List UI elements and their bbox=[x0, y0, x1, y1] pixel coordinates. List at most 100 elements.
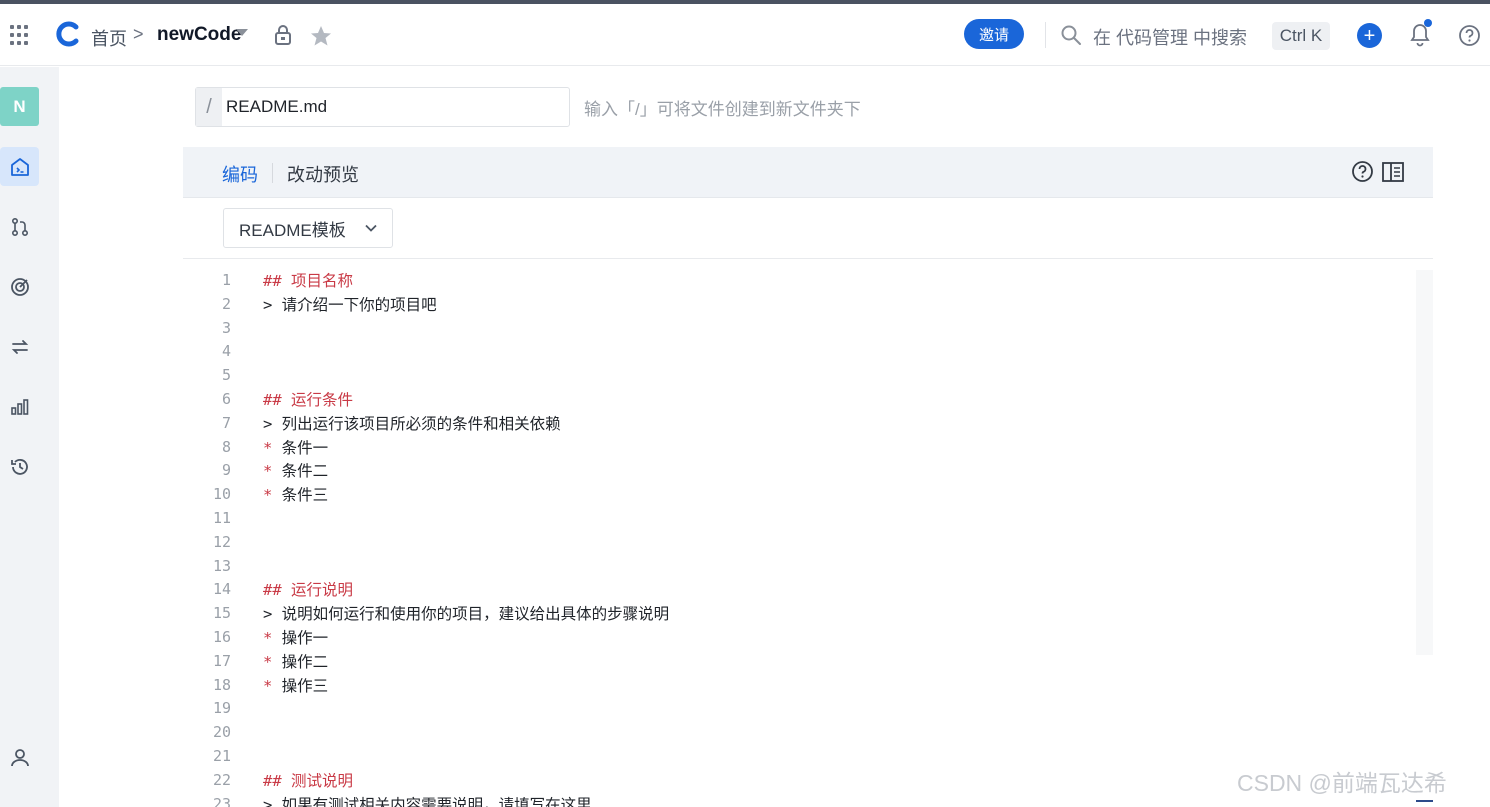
merge-request-icon bbox=[11, 217, 28, 236]
transfer-icon bbox=[11, 339, 28, 354]
line-number: 4 bbox=[221, 342, 231, 361]
line-number: 16 bbox=[212, 628, 231, 646]
editor-line[interactable]: 4 bbox=[183, 339, 1413, 363]
line-number: 1 bbox=[221, 271, 231, 289]
editor-line[interactable]: 19 bbox=[183, 696, 1413, 720]
search-icon[interactable] bbox=[1060, 24, 1082, 46]
line-number: 8 bbox=[221, 437, 231, 456]
brand-logo-icon[interactable] bbox=[54, 20, 82, 48]
line-number: 20 bbox=[212, 723, 231, 742]
editor-line[interactable]: 5 bbox=[183, 363, 1413, 387]
editor-line[interactable]: 3 bbox=[183, 316, 1413, 340]
editor-line[interactable]: 13 bbox=[183, 554, 1413, 578]
file-path-field[interactable]: / bbox=[195, 87, 570, 127]
tab-edit[interactable]: 编码 bbox=[222, 161, 258, 187]
code-home-icon bbox=[10, 157, 29, 176]
template-select[interactable]: README模板 bbox=[223, 208, 393, 248]
editor-line[interactable]: 14 ## 运行说明 bbox=[183, 577, 1413, 601]
bar-stats-icon bbox=[10, 398, 28, 415]
sidebar-item-target[interactable] bbox=[0, 267, 39, 306]
top-navigation-bar: 首页 > newCode 邀请 在 代码管理 中搜索 Ctrl K + bbox=[0, 4, 1490, 66]
sidebar-item-merge-requests[interactable] bbox=[0, 207, 39, 246]
editor-tab-bar: 编码 改动预览 bbox=[183, 147, 1433, 198]
line-text: ## 运行说明 bbox=[263, 581, 353, 600]
divider bbox=[1045, 22, 1046, 48]
editor-line[interactable]: 22 ## 测试说明 bbox=[183, 768, 1413, 792]
line-text: > 如果有测试相关内容需要说明，请填写在这里 bbox=[263, 795, 592, 807]
project-avatar[interactable]: N bbox=[0, 87, 39, 126]
line-number: 22 bbox=[212, 770, 231, 789]
line-text: * 条件三 bbox=[263, 486, 329, 505]
scroll-position-marker bbox=[1416, 800, 1433, 802]
line-number: 18 bbox=[212, 675, 231, 694]
code-editor[interactable]: 1 ## 项目名称 2 > 请介绍一下你的项目吧 3 4 5 6 ## 运行条件 7 > 列出运行该… bbox=[183, 268, 1433, 807]
line-text: * 操作三 bbox=[263, 676, 329, 695]
sidebar-item-statistics[interactable] bbox=[0, 387, 39, 426]
line-text: ## 项目名称 bbox=[263, 272, 353, 290]
editor-help-icon[interactable] bbox=[1351, 160, 1374, 183]
editor-line[interactable]: 7 > 列出运行该项目所必须的条件和相关依赖 bbox=[183, 411, 1413, 435]
line-number: 13 bbox=[212, 556, 231, 575]
sidebar-item-transfer[interactable] bbox=[0, 327, 39, 366]
left-sidebar: N bbox=[0, 67, 59, 807]
editor-line[interactable]: 9 * 条件二 bbox=[183, 458, 1413, 482]
line-text: * 操作二 bbox=[263, 652, 329, 671]
editor-line[interactable]: 11 bbox=[183, 506, 1413, 530]
target-icon bbox=[10, 277, 29, 296]
filename-input[interactable] bbox=[226, 96, 556, 118]
line-number: 5 bbox=[221, 366, 231, 385]
editor-line[interactable]: 6 ## 运行条件 bbox=[183, 387, 1413, 411]
line-text: ## 测试说明 bbox=[263, 771, 353, 790]
line-text: * 操作一 bbox=[263, 629, 329, 647]
divider bbox=[183, 258, 1433, 259]
editor-line[interactable]: 1 ## 项目名称 bbox=[183, 268, 1413, 292]
split-layout-icon[interactable] bbox=[1381, 161, 1405, 183]
editor-line[interactable]: 12 bbox=[183, 530, 1413, 554]
line-number: 15 bbox=[212, 604, 231, 623]
line-text: * 条件二 bbox=[263, 462, 329, 481]
editor-line[interactable]: 21 bbox=[183, 744, 1413, 768]
search-shortcut-badge: Ctrl K bbox=[1272, 22, 1330, 50]
star-icon[interactable] bbox=[309, 24, 333, 48]
search-input[interactable]: 在 代码管理 中搜索 bbox=[1093, 24, 1247, 50]
tab-change-preview[interactable]: 改动预览 bbox=[287, 161, 359, 187]
sidebar-item-history[interactable] bbox=[0, 447, 39, 486]
editor-line[interactable]: 10 * 条件三 bbox=[183, 482, 1413, 506]
line-number: 3 bbox=[221, 318, 231, 337]
editor-line[interactable]: 20 bbox=[183, 720, 1413, 744]
user-icon bbox=[10, 748, 29, 766]
editor-line[interactable]: 16 * 操作一 bbox=[183, 625, 1413, 649]
editor-line[interactable]: 8 * 条件一 bbox=[183, 435, 1413, 459]
breadcrumb-home[interactable]: 首页 bbox=[91, 25, 127, 51]
app-grid-icon[interactable] bbox=[10, 25, 30, 45]
line-number: 14 bbox=[212, 580, 231, 599]
line-number: 21 bbox=[212, 747, 231, 765]
sidebar-item-code[interactable] bbox=[0, 147, 39, 186]
line-text: > 请介绍一下你的项目吧 bbox=[263, 295, 437, 314]
notification-dot bbox=[1424, 19, 1432, 27]
breadcrumb-repo-name[interactable]: newCode bbox=[157, 24, 241, 46]
lock-icon bbox=[272, 24, 294, 46]
line-number: 6 bbox=[221, 390, 231, 408]
chevron-down-icon bbox=[365, 224, 377, 232]
editor-line[interactable]: 23 > 如果有测试相关内容需要说明，请填写在这里 bbox=[183, 792, 1413, 807]
watermark-text: CSDN @前端瓦达希 bbox=[1237, 770, 1447, 796]
editor-line[interactable]: 17 * 操作二 bbox=[183, 649, 1413, 673]
line-number: 17 bbox=[212, 651, 231, 670]
line-text: ## 运行条件 bbox=[263, 391, 353, 409]
line-number: 7 bbox=[221, 413, 231, 432]
help-icon[interactable] bbox=[1458, 24, 1481, 47]
tab-divider bbox=[272, 163, 273, 183]
breadcrumb-separator: > bbox=[133, 24, 144, 44]
editor-line[interactable]: 18 * 操作三 bbox=[183, 673, 1413, 697]
path-root-slash: / bbox=[196, 88, 222, 126]
sidebar-item-profile[interactable] bbox=[0, 737, 39, 776]
invite-button[interactable]: 邀请 bbox=[964, 19, 1024, 49]
editor-line[interactable]: 2 > 请介绍一下你的项目吧 bbox=[183, 292, 1413, 316]
repo-dropdown-caret-icon[interactable] bbox=[236, 29, 248, 36]
line-number: 23 bbox=[212, 794, 231, 807]
line-number: 19 bbox=[212, 699, 231, 718]
editor-line[interactable]: 15 > 说明如何运行和使用你的项目，建议给出具体的步骤说明 bbox=[183, 601, 1413, 625]
create-plus-button[interactable]: + bbox=[1357, 23, 1382, 48]
line-text: > 说明如何运行和使用你的项目，建议给出具体的步骤说明 bbox=[263, 605, 670, 624]
